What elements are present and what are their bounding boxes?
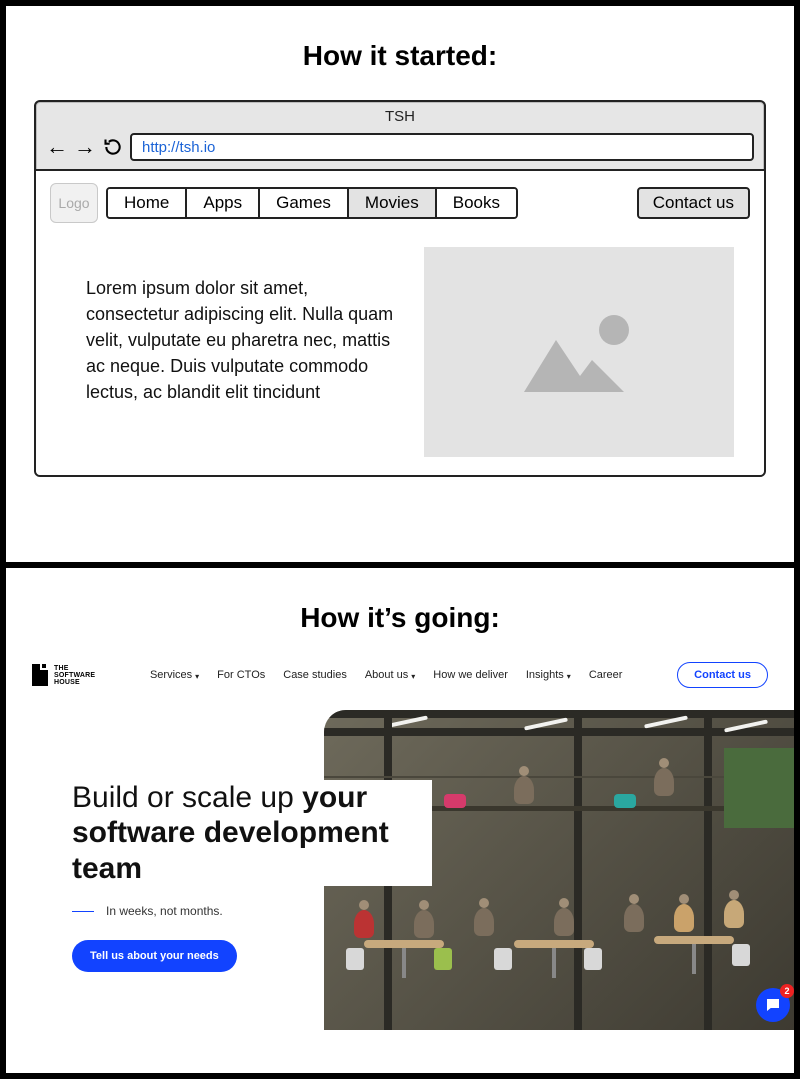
nav-tabs: Home Apps Games Movies Books	[106, 187, 518, 219]
chevron-down-icon: ▾	[411, 672, 415, 681]
accent-line-icon	[72, 911, 94, 912]
main-nav: Services▾ For CTOs Case studies About us…	[113, 669, 659, 681]
nav-tab-games[interactable]: Games	[260, 189, 349, 217]
heading-going: How it’s going:	[32, 602, 768, 634]
logo-mark-icon	[32, 664, 48, 686]
nav-career[interactable]: Career	[589, 669, 623, 681]
nav-for-ctos[interactable]: For CTOs	[217, 669, 265, 681]
nav-tab-apps[interactable]: Apps	[187, 189, 260, 217]
nav-insights[interactable]: Insights▾	[526, 669, 571, 681]
chat-badge: 2	[780, 984, 794, 998]
header-contact-button[interactable]: Contact us	[677, 662, 768, 688]
refresh-icon	[103, 137, 123, 157]
chevron-down-icon: ▾	[567, 672, 571, 681]
chat-fab[interactable]: 2	[756, 988, 790, 1022]
wireframe-page: Logo Home Apps Games Movies Books Contac…	[36, 169, 764, 475]
heading-started: How it started:	[34, 40, 766, 72]
hero-text: Build or scale up your software developm…	[72, 780, 432, 972]
site-logo[interactable]: THE SOFTWARE HOUSE	[32, 664, 95, 686]
hero-cta-button[interactable]: Tell us about your needs	[72, 940, 237, 972]
nav-services[interactable]: Services▾	[150, 669, 199, 681]
panel-how-its-going: How it’s going: THE SOFTWARE HOUSE Servi…	[0, 568, 800, 1079]
nav-tab-movies[interactable]: Movies	[349, 189, 437, 217]
url-bar[interactable]: http://tsh.io	[130, 133, 754, 161]
image-placeholder-icon	[514, 302, 644, 402]
logo-text: THE SOFTWARE HOUSE	[54, 665, 95, 686]
hero-subtitle: In weeks, not months.	[72, 904, 432, 918]
panel-how-it-started: How it started: TSH ← → http://tsh.io Lo…	[0, 0, 800, 568]
forward-button[interactable]: →	[74, 136, 96, 158]
wireframe-browser: TSH ← → http://tsh.io Logo Home	[34, 100, 766, 477]
image-placeholder	[424, 247, 734, 457]
chevron-down-icon: ▾	[195, 672, 199, 681]
browser-toolbar: ← → http://tsh.io	[36, 129, 764, 169]
contact-us-button[interactable]: Contact us	[637, 187, 750, 219]
nav-tab-home[interactable]: Home	[108, 189, 187, 217]
nav-about-us[interactable]: About us▾	[365, 669, 415, 681]
nav-tab-books[interactable]: Books	[437, 189, 516, 217]
chat-icon	[764, 996, 782, 1014]
hero-title: Build or scale up your software developm…	[72, 780, 432, 886]
nav-case-studies[interactable]: Case studies	[283, 669, 347, 681]
hero-section: 2 Build or scale up your software develo…	[32, 710, 768, 1040]
nav-how-we-deliver[interactable]: How we deliver	[433, 669, 508, 681]
url-text: http://tsh.io	[142, 139, 215, 156]
logo-placeholder: Logo	[50, 183, 98, 223]
back-button[interactable]: ←	[46, 136, 68, 158]
browser-title: TSH	[36, 102, 764, 129]
body-text: Lorem ipsum dolor sit amet, consectetur …	[86, 247, 400, 405]
site-header: THE SOFTWARE HOUSE Services▾ For CTOs Ca…	[32, 662, 768, 702]
refresh-button[interactable]	[102, 136, 124, 158]
